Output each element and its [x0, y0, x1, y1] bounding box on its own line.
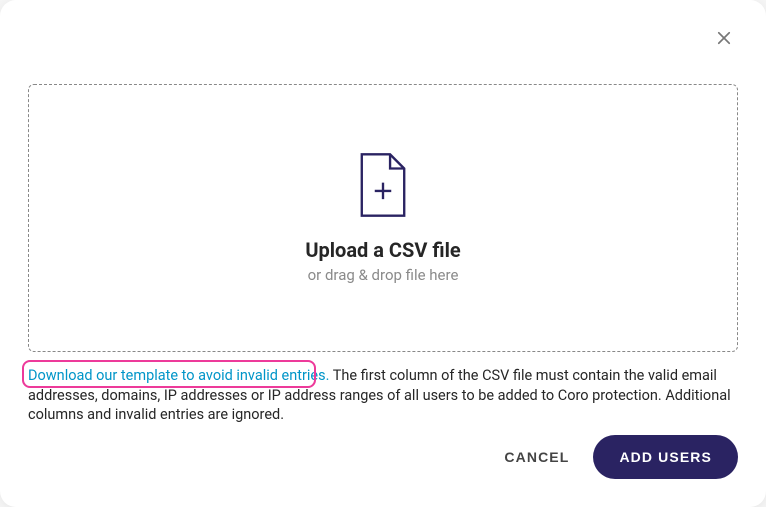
add-users-button[interactable]: ADD USERS	[593, 435, 738, 479]
dropzone-subtitle: or drag & drop file here	[308, 266, 459, 284]
upload-users-dialog: Upload a CSV file or drag & drop file he…	[0, 0, 766, 507]
download-template-link[interactable]: Download our template to avoid invalid e…	[28, 367, 329, 384]
help-text: Download our template to avoid invalid e…	[28, 366, 738, 425]
csv-dropzone[interactable]: Upload a CSV file or drag & drop file he…	[28, 84, 738, 352]
dropzone-title: Upload a CSV file	[305, 238, 460, 262]
cancel-button[interactable]: CANCEL	[504, 449, 569, 465]
dialog-actions: CANCEL ADD USERS	[504, 435, 738, 479]
close-icon	[715, 29, 733, 47]
file-plus-icon	[354, 152, 412, 218]
close-button[interactable]	[712, 26, 736, 50]
